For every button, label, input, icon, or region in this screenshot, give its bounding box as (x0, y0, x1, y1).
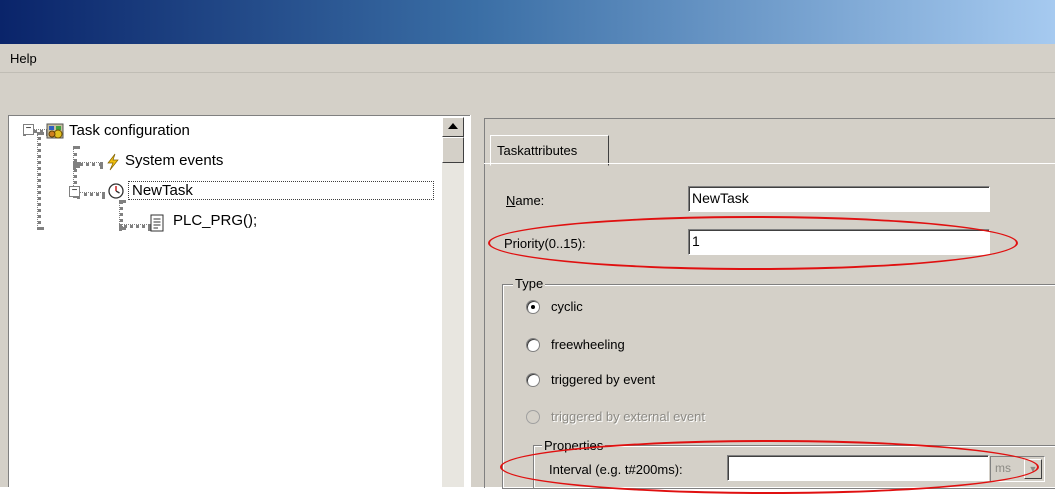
radio-triggered-by-external-event-label: triggered by external event (551, 409, 705, 424)
tree-node-newtask-label: NewTask (132, 182, 193, 199)
tab-taskattributes[interactable]: Taskattributes (490, 135, 609, 166)
title-bar (0, 0, 1055, 44)
arrow-up-icon (448, 123, 458, 129)
tab-taskattributes-label: Taskattributes (497, 143, 578, 158)
interval-unit-select: ms ▼ (990, 456, 1045, 482)
radio-triggered-by-event[interactable] (526, 373, 540, 387)
clock-icon (107, 182, 125, 200)
type-group-title: Type (513, 276, 546, 291)
name-field[interactable]: NewTask (688, 186, 990, 212)
tree-line (119, 224, 151, 228)
radio-triggered-by-external-event (526, 410, 540, 424)
tree-line (37, 132, 41, 230)
scroll-up-button[interactable] (442, 117, 464, 137)
lightning-icon (105, 153, 121, 171)
menu-help[interactable]: Help (10, 51, 37, 66)
tree-node-newtask[interactable]: NewTask (128, 181, 434, 200)
menu-bar (0, 44, 1055, 73)
name-label: Name: (506, 193, 545, 208)
name-label-text: ame: (515, 193, 545, 208)
scroll-thumb[interactable] (442, 137, 464, 163)
interval-unit-value: ms (995, 461, 1011, 475)
interval-field[interactable] (727, 455, 989, 481)
tree-node-task-configuration[interactable]: Task configuration (69, 122, 190, 139)
tree-node-plc-prg[interactable]: PLC_PRG(); (173, 212, 257, 229)
radio-freewheeling[interactable] (526, 338, 540, 352)
radio-cyclic-label[interactable]: cyclic (551, 299, 583, 314)
priority-label: Priority(0..15): (504, 236, 586, 251)
priority-field[interactable]: 1 (688, 229, 990, 255)
toolbar (0, 73, 1055, 116)
radio-cyclic[interactable] (526, 300, 540, 314)
radio-freewheeling-label[interactable]: freewheeling (551, 337, 625, 352)
interval-label: Interval (e.g. t#200ms): (549, 462, 683, 477)
properties-group-title: Properties (542, 438, 606, 453)
tree-line (77, 192, 105, 196)
document-icon (149, 213, 165, 233)
tree-line (73, 162, 103, 166)
task-tree[interactable]: − − Task configuration System events New… (8, 116, 471, 487)
task-config-icon (46, 122, 66, 140)
radio-triggered-by-event-label[interactable]: triggered by event (551, 372, 655, 387)
tree-scrollbar[interactable] (442, 117, 464, 487)
tree-node-system-events[interactable]: System events (125, 152, 223, 169)
tree-collapse-newtask[interactable]: − (69, 186, 80, 197)
tree-collapse-root[interactable]: − (23, 124, 34, 135)
chevron-down-icon: ▼ (1024, 459, 1042, 479)
window-frame (0, 115, 8, 487)
